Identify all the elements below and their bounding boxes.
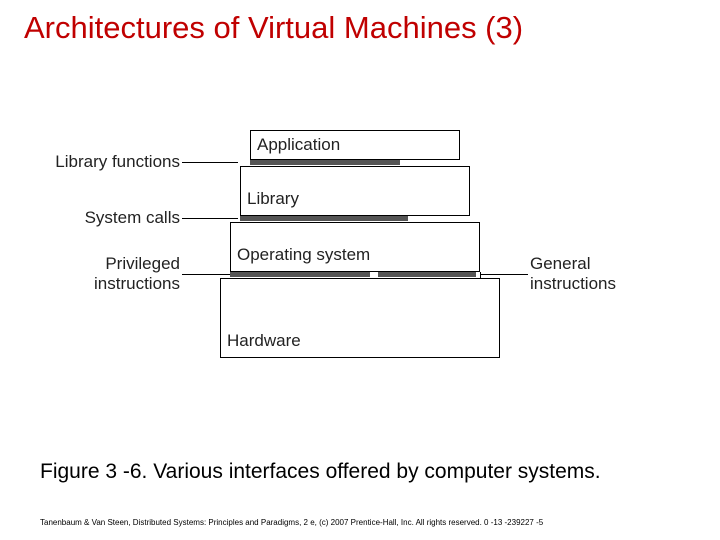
text-library: Library: [247, 189, 299, 209]
box-hardware: Hardware: [220, 278, 500, 358]
connector-general: [480, 274, 528, 275]
label-privileged-instructions: Privileged instructions: [20, 254, 180, 294]
interface-bar-library-functions: [250, 160, 400, 165]
label-system-calls: System calls: [20, 208, 180, 228]
label-general-instructions: General instructions: [530, 254, 670, 294]
copyright-text: Tanenbaum & Van Steen, Distributed Syste…: [40, 518, 543, 527]
slide-title: Architectures of Virtual Machines (3): [24, 10, 523, 46]
interface-bar-system-calls: [240, 216, 408, 221]
connector-system-calls: [182, 218, 238, 219]
box-library: Library: [240, 166, 470, 216]
architecture-diagram: Library functions System calls Privilege…: [60, 130, 660, 390]
slide: Architectures of Virtual Machines (3) Li…: [0, 0, 720, 540]
label-library-functions: Library functions: [20, 152, 180, 172]
tick-general: [480, 272, 481, 278]
text-hardware: Hardware: [227, 331, 301, 351]
text-application: Application: [257, 135, 340, 155]
figure-caption: Figure 3 -6. Various interfaces offered …: [40, 460, 601, 484]
interface-bar-privileged: [230, 272, 370, 277]
box-operating-system: Operating system: [230, 222, 480, 272]
text-operating-system: Operating system: [237, 245, 370, 265]
interface-bar-general: [378, 272, 476, 277]
connector-library-functions: [182, 162, 238, 163]
box-application: Application: [250, 130, 460, 160]
